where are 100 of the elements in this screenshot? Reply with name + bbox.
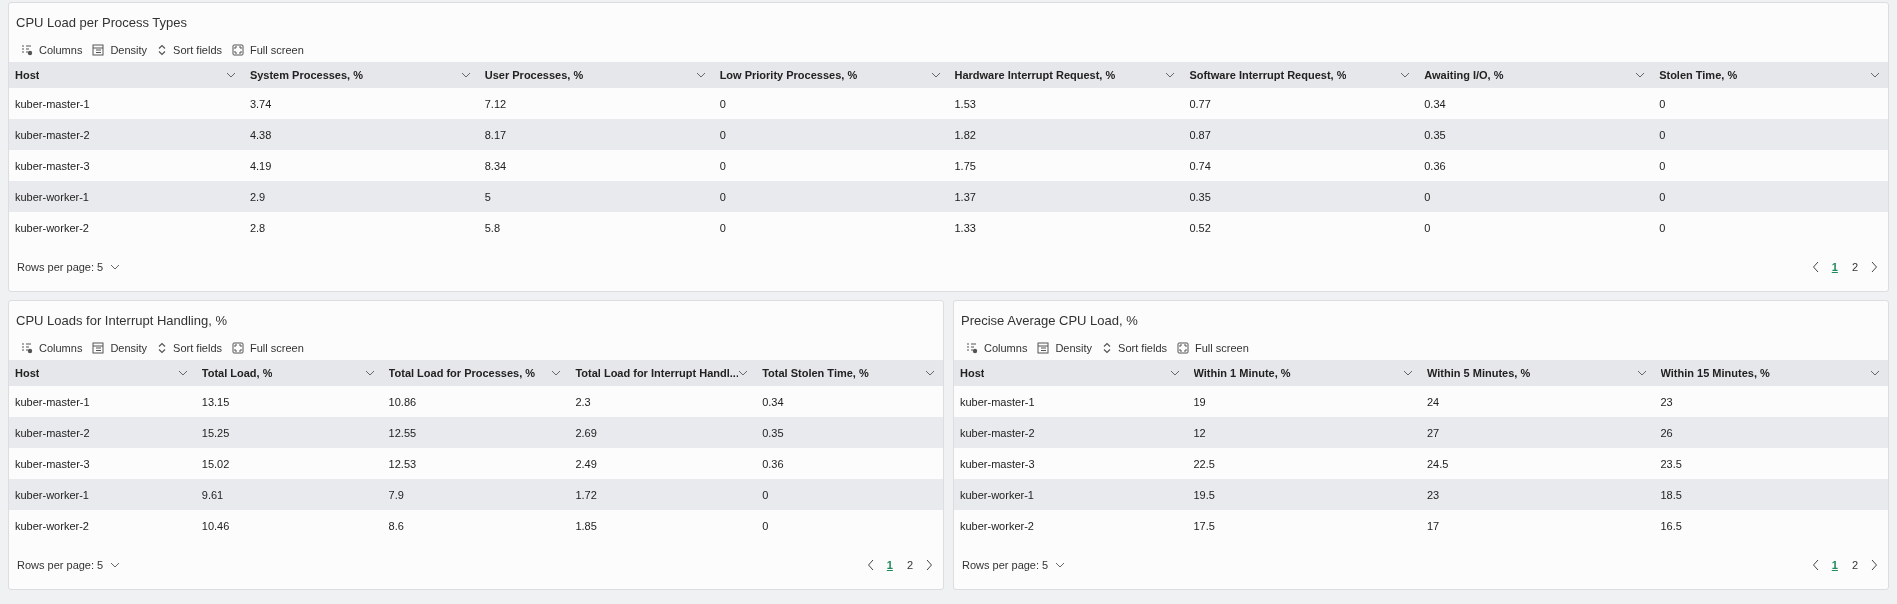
rows-per-page-select[interactable]: Rows per page: 5 [962,559,1066,571]
table-cell: 0.87 [1183,119,1419,150]
table-cell-text: 0.34 [761,394,785,410]
toolbar-button[interactable]: Columns [21,44,83,56]
table-cell: kuber-worker-1 [9,479,196,510]
column-header[interactable]: User Processes, % [478,62,714,88]
toolbar-button[interactable]: Columns [966,342,1028,354]
chevron-down-icon [225,72,236,78]
column-header[interactable]: Total Load for Interrupt Handl... [569,360,757,386]
previous-page-icon[interactable] [1811,559,1820,571]
fullscreen-icon [232,342,244,354]
table-cell-text: 8.34 [483,158,508,174]
table-cell-text: 10.86 [387,394,418,410]
table-cell-text: 23 [1659,394,1674,410]
density-icon [1037,342,1050,354]
table-cell-text: kuber-master-3 [14,158,91,174]
table-cell: 12.55 [382,417,570,448]
table-cell-text: 2.8 [248,220,267,236]
chevron-down-icon [1870,72,1880,78]
table-cell: 0 [756,479,943,510]
column-header[interactable]: Low Priority Processes, % [713,62,949,88]
table-cell-text: 24 [1426,394,1441,410]
table-cell: 8.17 [478,119,714,150]
column-header[interactable]: Host [9,62,244,88]
chevron-down-icon [1870,370,1880,376]
page-button[interactable]: 2 [904,559,915,571]
columns-icon [21,44,33,56]
column-header[interactable]: System Processes, % [243,62,479,88]
table-cell-text: kuber-worker-2 [14,220,90,236]
table-cell: 1.37 [948,181,1184,212]
column-header[interactable]: Total Load for Processes, % [382,360,570,386]
toolbar-button[interactable]: Sort fields [1102,342,1167,354]
previous-page-icon[interactable] [1811,261,1820,273]
table-cell-text: 12.53 [387,456,418,472]
column-header[interactable]: Total Stolen Time, % [756,360,943,386]
table-cell-text: kuber-master-1 [959,394,1036,410]
page-button[interactable]: 1 [1829,261,1840,273]
next-page-icon[interactable] [925,559,933,571]
table-cell-text: 0 [1423,220,1432,236]
table-cell-text: 7.12 [483,96,508,112]
table-cell-text: 13.15 [200,394,231,410]
table-cell: 0 [1653,119,1888,150]
toolbar-button[interactable]: Columns [21,342,83,354]
page-button[interactable]: 2 [1849,261,1860,273]
table-cell: 18.5 [1654,479,1888,510]
table-cell-text: 4.19 [248,158,273,174]
toolbar-button[interactable]: Density [92,44,148,56]
column-header[interactable]: Within 1 Minute, % [1187,360,1421,386]
table-cell-text: 10.46 [200,518,231,534]
page-button[interactable]: 1 [884,559,895,571]
table-cell-text: kuber-master-3 [959,456,1036,472]
page-button[interactable]: 2 [1849,559,1860,571]
page-button[interactable]: 1 [1829,559,1840,571]
next-page-icon[interactable] [1870,559,1878,571]
table-cell-text: 0 [1658,158,1667,174]
sort-icon [1102,342,1113,354]
column-header[interactable]: Awaiting I/O, % [1418,62,1654,88]
column-header[interactable]: Within 5 Minutes, % [1421,360,1655,386]
density-icon [92,342,105,354]
table-cell: 15.25 [195,417,383,448]
toolbar-button[interactable]: Density [92,342,148,354]
table-cell: 23 [1421,479,1655,510]
chevron-down-icon [1400,72,1411,78]
toolbar-button[interactable]: Sort fields [157,342,222,354]
rows-per-page-select[interactable]: Rows per page: 5 [17,559,121,571]
table-cell-text: 0 [1658,96,1667,112]
table-cell-text: 0 [718,96,727,112]
table-cell: 9.61 [195,479,383,510]
table-cell: kuber-worker-1 [954,479,1188,510]
columns-icon [966,342,978,354]
table-cell: 0 [713,181,949,212]
toolbar-button[interactable]: Sort fields [157,44,222,56]
column-header[interactable]: Stolen Time, % [1653,62,1888,88]
toolbar-button[interactable]: Full screen [232,342,304,354]
toolbar-button[interactable]: Full screen [1177,342,1249,354]
sort-icon [157,44,168,56]
columns-icon [21,342,33,354]
table-cell-text: kuber-worker-2 [959,518,1035,534]
column-header[interactable]: Hardware Interrupt Request, % [948,62,1184,88]
column-header[interactable]: Host [954,360,1188,386]
table-cell-text: 22.5 [1192,456,1216,472]
table-cell: kuber-master-2 [9,417,196,448]
column-header[interactable]: Software Interrupt Request, % [1183,62,1419,88]
toolbar-button[interactable]: Density [1037,342,1093,354]
column-header[interactable]: Host [9,360,196,386]
column-header[interactable]: Within 15 Minutes, % [1654,360,1888,386]
toolbar-button[interactable]: Full screen [232,44,304,56]
fullscreen-icon [232,44,244,56]
table-cell: 26 [1654,417,1888,448]
chevron-down-icon [925,370,935,376]
table-cell-text: 0.77 [1188,96,1212,112]
chevron-down-icon [110,264,121,270]
chevron-down-icon [1635,72,1646,78]
table-cell: 0 [713,119,949,150]
column-header[interactable]: Total Load, % [195,360,383,386]
next-page-icon[interactable] [1870,261,1878,273]
rows-per-page-select[interactable]: Rows per page: 5 [17,261,121,273]
table-cell: kuber-master-2 [9,119,244,150]
previous-page-icon[interactable] [866,559,875,571]
chevron-down-icon [460,72,471,78]
